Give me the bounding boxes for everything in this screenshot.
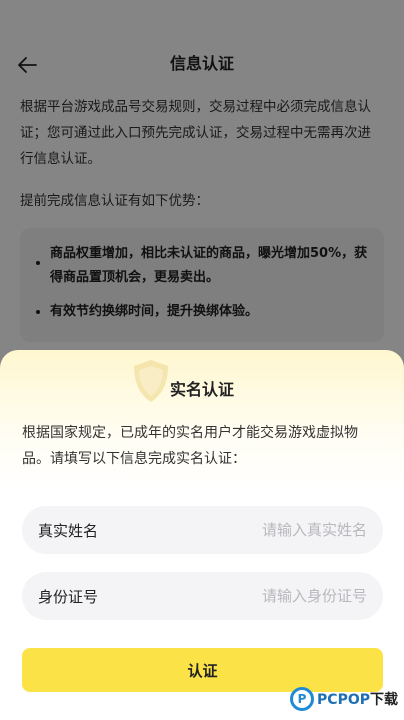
- real-name-field[interactable]: 真实姓名: [22, 506, 383, 554]
- sheet-description: 根据国家规定，已成年的实名用户才能交易游戏虚拟物品。请填写以下信息完成实名认证：: [22, 425, 358, 467]
- verification-sheet: 实名认证 根据国家规定，已成年的实名用户才能交易游戏虚拟物品。请填写以下信息完成…: [0, 350, 404, 720]
- id-number-input[interactable]: [177, 587, 367, 605]
- sheet-title: 实名认证: [169, 380, 234, 399]
- watermark-suffix: 下载: [370, 692, 398, 708]
- id-number-label: 身份证号: [38, 587, 99, 606]
- watermark-logo: P: [290, 687, 315, 711]
- id-number-field[interactable]: 身份证号: [22, 572, 383, 620]
- real-name-input[interactable]: [177, 521, 367, 539]
- watermark-text: PCPOP下载: [317, 689, 398, 709]
- real-name-label: 真实姓名: [38, 521, 99, 540]
- watermark-brand: PCPOP: [317, 692, 370, 708]
- watermark: P PCPOP下载: [290, 682, 398, 716]
